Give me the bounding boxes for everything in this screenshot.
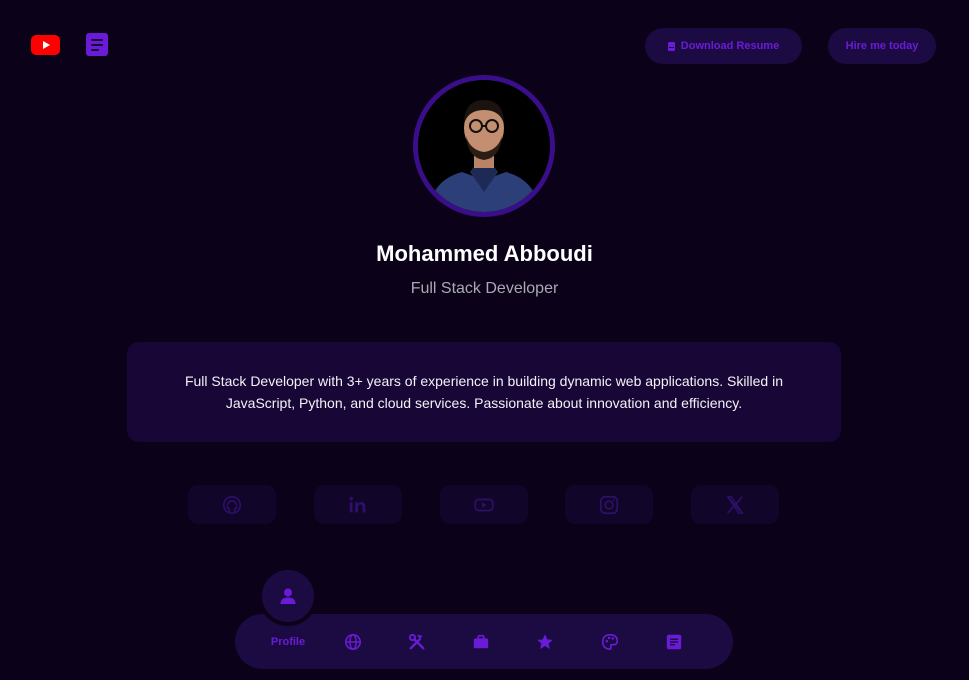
globe-icon — [344, 633, 362, 650]
avatar-ring — [413, 75, 555, 217]
download-resume-label: Download Resume — [680, 40, 780, 52]
x-icon — [726, 495, 744, 514]
palette-icon — [601, 633, 619, 650]
github-link[interactable] — [188, 485, 276, 524]
profile-name: Mohammed Abboudi — [376, 241, 593, 266]
profile-title: Full Stack Developer — [410, 280, 559, 297]
nav-tools[interactable] — [397, 614, 437, 669]
avatar-photo — [418, 80, 550, 212]
youtube-link[interactable] — [440, 485, 528, 524]
hire-me-label: Hire me today — [845, 40, 919, 52]
nav-briefcase[interactable] — [461, 614, 501, 669]
star-icon — [537, 633, 553, 649]
document-icon — [666, 634, 682, 649]
nav-profile-button[interactable] — [262, 570, 314, 622]
nav-star[interactable] — [525, 614, 565, 669]
hire-me-button[interactable]: Hire me today — [828, 28, 936, 64]
youtube-icon — [474, 498, 494, 511]
nav-palette[interactable] — [590, 614, 630, 669]
nav-globe[interactable] — [333, 614, 373, 669]
x-link[interactable] — [691, 485, 779, 524]
github-icon — [222, 495, 242, 514]
bio-card: Full Stack Developer with 3+ years of ex… — [127, 342, 841, 442]
blog-document-icon[interactable] — [86, 33, 108, 56]
linkedin-icon — [349, 496, 366, 512]
avatar — [418, 80, 550, 212]
briefcase-icon — [473, 634, 489, 648]
play-icon — [42, 41, 50, 49]
tools-icon — [408, 633, 425, 649]
instagram-link[interactable] — [565, 485, 653, 524]
nav-profile-label[interactable]: Profile — [262, 636, 314, 648]
instagram-icon — [599, 495, 619, 514]
profile-icon — [280, 588, 296, 604]
download-resume-button[interactable]: Download Resume — [645, 28, 802, 64]
youtube-logo-icon[interactable] — [31, 35, 60, 55]
file-icon — [667, 41, 675, 51]
nav-document[interactable] — [654, 614, 694, 669]
bio-text: Full Stack Developer with 3+ years of ex… — [184, 373, 784, 411]
linkedin-link[interactable] — [314, 485, 402, 524]
